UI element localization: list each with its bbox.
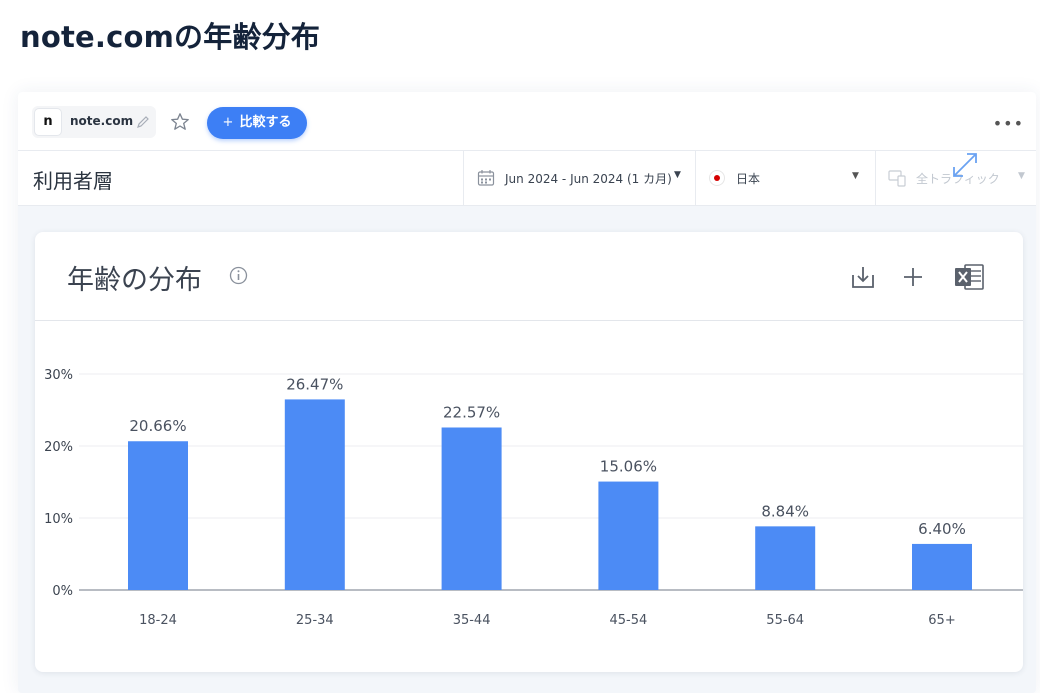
top-bar: n note.com + 比較する ••• (18, 92, 1036, 150)
chevron-down-icon: ▼ (852, 171, 859, 181)
x-tick-label: 25-34 (296, 613, 334, 628)
data-label: 22.57% (443, 403, 500, 421)
site-name: note.com (70, 114, 134, 128)
x-tick-label: 18-24 (139, 613, 177, 628)
x-tick-label: 65+ (928, 613, 955, 628)
bar-chart: 0% 10% 20% 30% 20.66% 18-24 26.47% 25-34 22.57% 3… (44, 368, 1023, 628)
bar-25-34[interactable] (284, 399, 345, 590)
bar-65+[interactable] (912, 543, 972, 590)
site-chip[interactable]: n note.com (32, 106, 156, 138)
page-title: note.comの年齢分布 (20, 20, 321, 54)
country-dropdown[interactable]: 日本 ▼ (695, 151, 876, 205)
compare-label: 比較する (239, 115, 292, 130)
x-tick-label: 35-44 (453, 613, 491, 628)
compare-button[interactable]: + 比較する (207, 107, 307, 139)
chevron-down-icon: ▼ (1018, 171, 1025, 181)
y-tick-label: 0% (52, 584, 73, 599)
data-label: 15.06% (600, 458, 657, 476)
filter-bar: 利用者層 Jun 2024 - Jun 2024 (1 カ月) ▼ 日本 ▼ 全… (18, 150, 1036, 206)
country-value: 日本 (736, 172, 761, 186)
site-favicon: n (34, 108, 62, 136)
data-label: 20.66% (129, 417, 186, 435)
y-tick-label: 20% (44, 440, 73, 455)
star-icon[interactable] (170, 112, 190, 132)
pencil-icon[interactable] (136, 115, 150, 129)
expand-icon[interactable] (950, 150, 980, 180)
y-tick-label: 10% (44, 512, 73, 527)
age-distribution-card: 年齢の分布 0% 10% 20% 30% 20.66% 18-24 26.47%… (35, 232, 1023, 672)
more-icon[interactable]: ••• (993, 114, 1024, 133)
data-label: 26.47% (286, 375, 343, 393)
bar-45-54[interactable] (598, 481, 659, 590)
data-label: 6.40% (918, 520, 966, 538)
bar-18-24[interactable] (128, 441, 188, 590)
calendar-icon (477, 170, 495, 186)
x-tick-label: 45-54 (610, 613, 648, 628)
date-range-value: Jun 2024 - Jun 2024 (1 カ月) (505, 172, 672, 186)
japan-flag-icon (710, 171, 724, 185)
devices-icon (888, 170, 906, 187)
plus-icon: + (222, 115, 234, 130)
data-label: 8.84% (761, 502, 809, 520)
bar-55-64[interactable] (755, 526, 816, 590)
y-tick-label: 30% (44, 368, 73, 383)
bar-35-44[interactable] (441, 427, 502, 590)
x-tick-label: 55-64 (766, 613, 804, 628)
section-title: 利用者層 (33, 169, 113, 193)
chevron-down-icon: ▼ (674, 170, 681, 180)
app-frame: n note.com + 比較する ••• 利用者層 Jun 2024 - Ju… (18, 92, 1036, 693)
date-range-dropdown[interactable]: Jun 2024 - Jun 2024 (1 カ月) ▼ (463, 151, 696, 205)
